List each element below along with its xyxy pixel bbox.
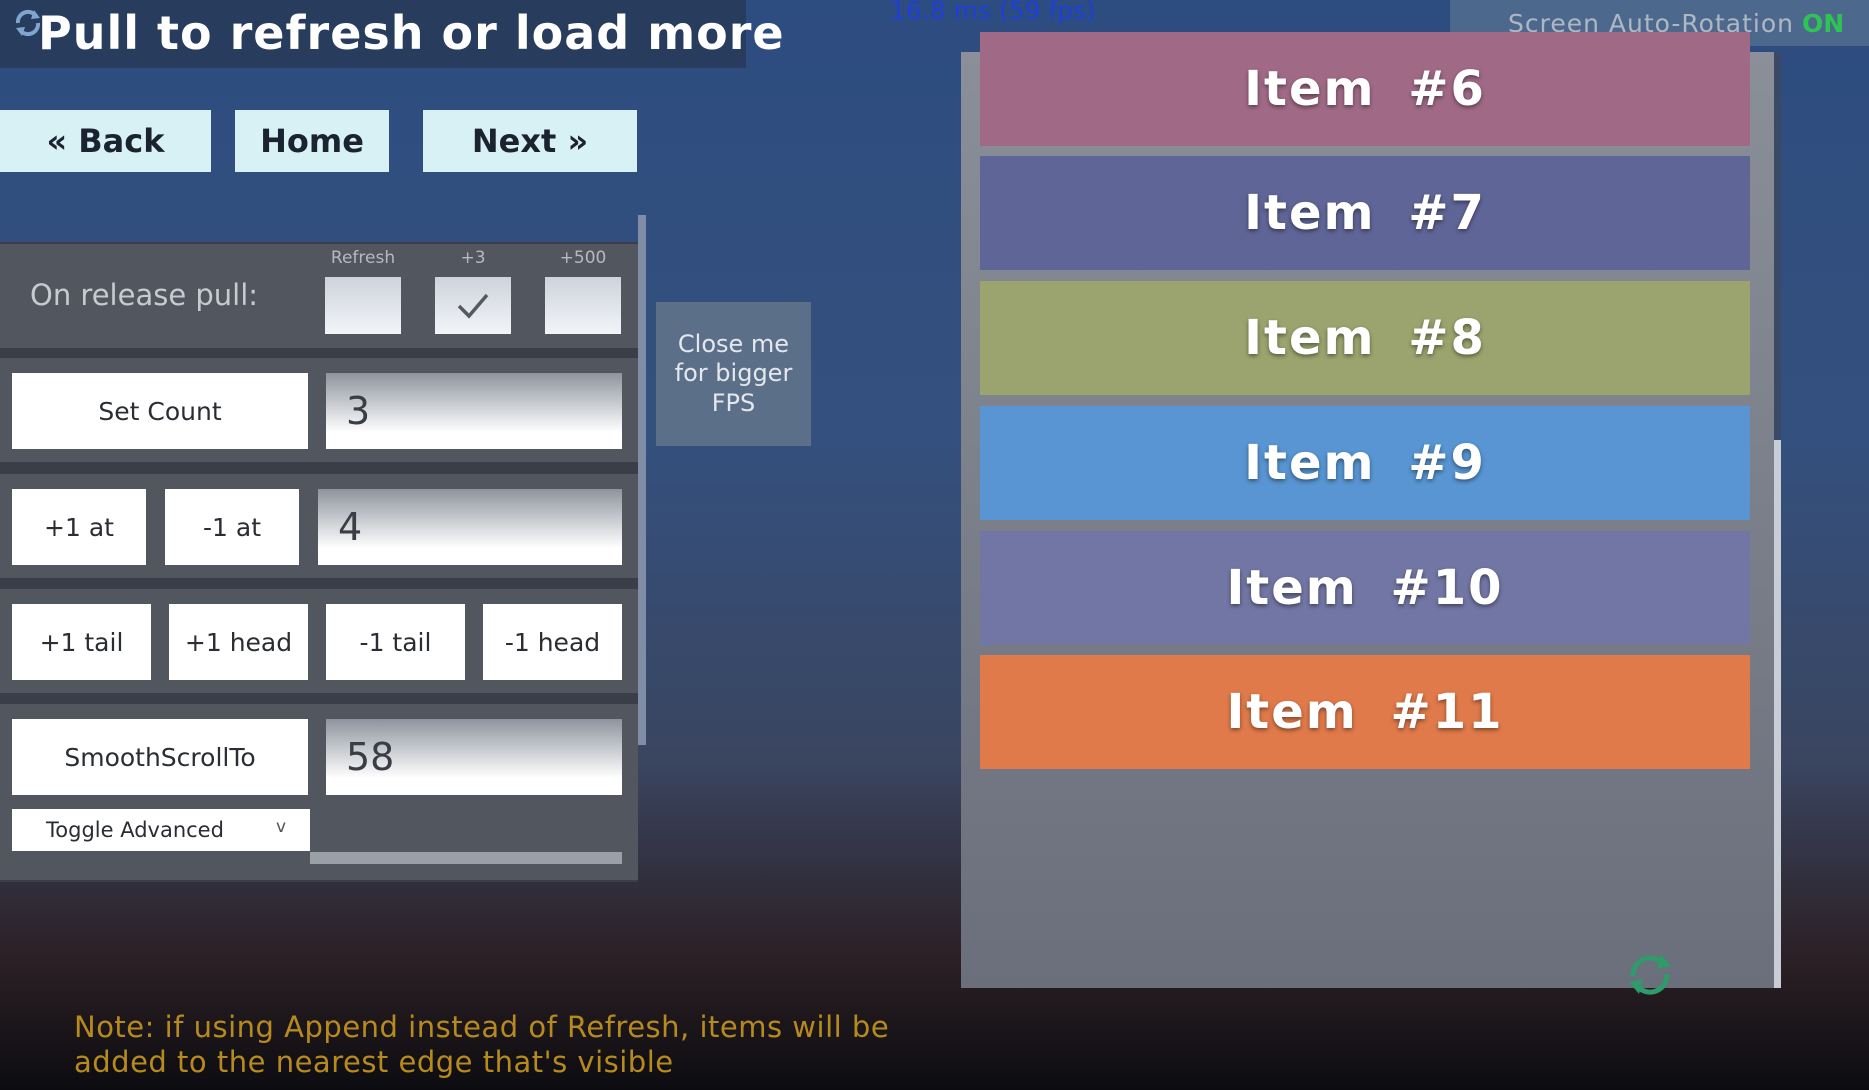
- refresh-column-header: Refresh: [330, 248, 396, 268]
- page-title: Pull to refresh or load more: [38, 6, 785, 60]
- note-line2: added to the nearest edge that's visible: [74, 1044, 674, 1079]
- left-panel-scrollbar[interactable]: [638, 215, 646, 745]
- auto-rotation-state: ON: [1801, 8, 1845, 38]
- add-head-button[interactable]: +1 head: [169, 604, 308, 680]
- close-fps-line2: for bigger: [674, 359, 793, 388]
- list-scrollbar-thumb[interactable]: [1774, 52, 1781, 440]
- note-line1: Note: if using Append instead of Refresh…: [74, 1010, 890, 1044]
- remove-tail-button[interactable]: -1 tail: [326, 604, 465, 680]
- fps-readout: 16.8 ms (59 fps): [890, 0, 1096, 25]
- list-item[interactable]: Item #7: [980, 156, 1750, 270]
- refresh-icon: [15, 9, 41, 37]
- add-tail-button[interactable]: +1 tail: [12, 604, 151, 680]
- plus3-column-header: +3: [460, 248, 486, 268]
- index-input[interactable]: 4: [318, 489, 622, 565]
- release-pull-label: On release pull:: [30, 278, 259, 312]
- smooth-scroll-button[interactable]: SmoothScrollTo: [12, 719, 308, 795]
- advanced-strip: [310, 852, 622, 864]
- list-item[interactable]: Item #10: [980, 531, 1750, 645]
- plus3-checkbox[interactable]: [435, 277, 511, 334]
- home-button[interactable]: Home: [235, 110, 389, 172]
- list-item[interactable]: Item #8: [980, 281, 1750, 395]
- plus500-checkbox[interactable]: [545, 277, 621, 334]
- toggle-advanced-dropdown[interactable]: Toggle Advanced v: [12, 809, 310, 851]
- next-button[interactable]: Next »: [423, 110, 637, 172]
- info-note: Note: if using Append instead of Refresh…: [74, 1010, 889, 1080]
- close-fps-button[interactable]: Close me for bigger FPS: [656, 302, 811, 446]
- toggle-advanced-label: Toggle Advanced: [46, 818, 224, 842]
- close-fps-line1: Close me: [677, 330, 790, 359]
- close-fps-line3: FPS: [711, 388, 756, 417]
- list-item[interactable]: Item #11: [980, 655, 1750, 769]
- back-button[interactable]: « Back: [0, 110, 211, 172]
- check-icon: [457, 293, 489, 319]
- loading-refresh-icon: [1629, 954, 1671, 995]
- scroll-index-input[interactable]: 58: [326, 719, 622, 795]
- chevron-down-icon: v: [275, 817, 286, 837]
- list-item[interactable]: Item #6: [980, 32, 1750, 146]
- plus500-column-header: +500: [559, 248, 607, 268]
- remove-at-button[interactable]: -1 at: [165, 489, 299, 565]
- set-count-button[interactable]: Set Count: [12, 373, 308, 449]
- refresh-checkbox[interactable]: [325, 277, 401, 334]
- list-item[interactable]: Item #9: [980, 406, 1750, 520]
- count-input[interactable]: 3: [326, 373, 622, 449]
- add-at-button[interactable]: +1 at: [12, 489, 146, 565]
- remove-head-button[interactable]: -1 head: [483, 604, 622, 680]
